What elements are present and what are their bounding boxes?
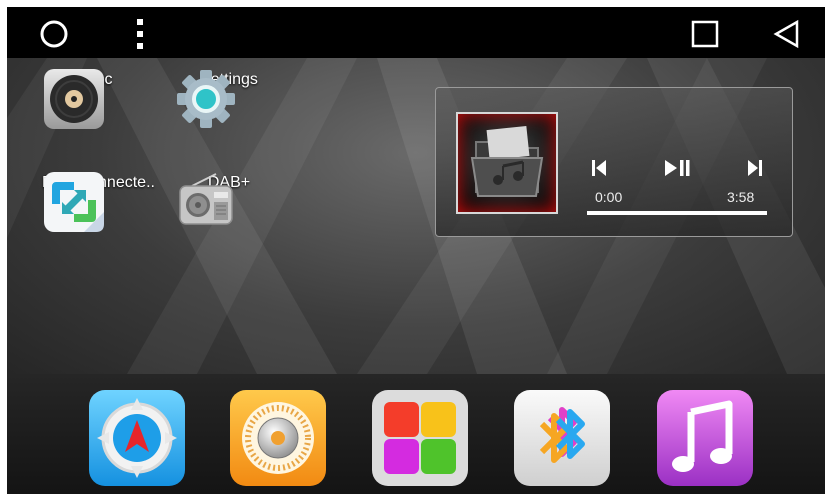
easyconnect-icon <box>44 172 104 232</box>
circle-home-icon <box>40 20 68 48</box>
dock-navigation-app[interactable] <box>87 388 187 488</box>
dock-music-app[interactable] <box>655 388 755 488</box>
menu-button[interactable] <box>125 15 155 53</box>
recents-button[interactable] <box>687 17 723 51</box>
dab-radio-app[interactable]: DAB+ <box>174 170 284 225</box>
home-button[interactable] <box>37 17 71 51</box>
previous-track-button[interactable] <box>584 154 614 182</box>
progress-bar[interactable] <box>587 211 767 215</box>
radio-icon <box>179 173 233 225</box>
square-recents-icon <box>691 20 719 48</box>
dock-radio-app[interactable] <box>228 388 328 488</box>
navigation-bar <box>7 7 825 58</box>
disc-icon <box>44 69 104 129</box>
android-screen: Disc <box>7 7 825 494</box>
gear-icon <box>177 70 235 128</box>
play-pause-button[interactable] <box>658 154 698 182</box>
play-pause-icon <box>665 160 690 176</box>
navigation-compass-icon <box>89 390 185 486</box>
music-folder-icon <box>470 125 544 197</box>
easyconnected-app[interactable]: EasyConnecte.. <box>42 170 155 232</box>
next-track-button[interactable] <box>740 154 770 182</box>
dock-apps-app[interactable] <box>370 388 470 488</box>
total-time: 3:58 <box>727 189 755 205</box>
album-art[interactable] <box>456 112 558 214</box>
back-button[interactable] <box>769 17 805 51</box>
triangle-back-icon <box>773 19 799 49</box>
vertical-dots-icon <box>137 19 143 49</box>
settings-app[interactable]: Settings <box>174 67 284 128</box>
bluetooth-icon <box>514 390 610 486</box>
current-time: 0:00 <box>595 189 623 205</box>
skip-next-icon <box>748 160 762 176</box>
four-color-tiles-icon <box>372 390 468 486</box>
disc-app[interactable]: Disc <box>42 67 152 129</box>
radio-tuner-icon <box>230 390 326 486</box>
music-note-icon <box>657 390 753 486</box>
dock-bluetooth-app[interactable] <box>512 388 612 488</box>
app-dock <box>7 374 825 494</box>
music-player-widget: 0:00 3:58 <box>435 87 793 237</box>
skip-previous-icon <box>592 160 606 176</box>
